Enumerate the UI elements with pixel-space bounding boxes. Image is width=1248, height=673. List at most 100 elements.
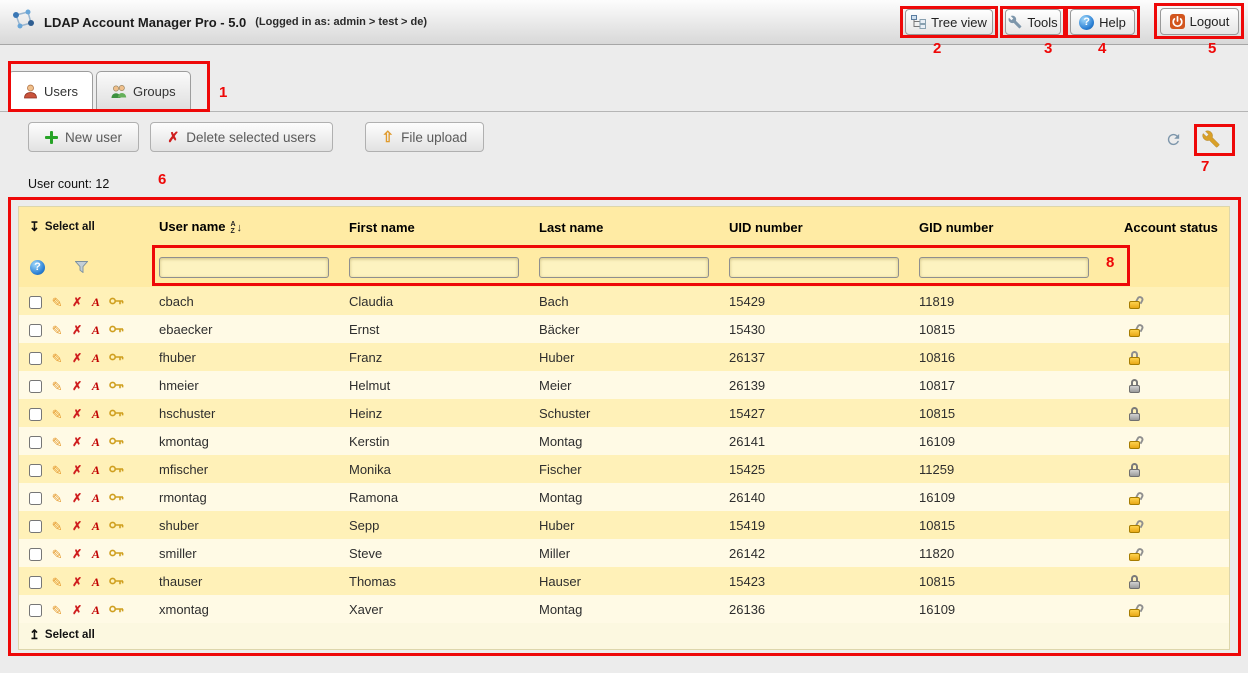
pdf-export-icon[interactable]: A <box>92 352 100 365</box>
edit-user-icon[interactable]: ✎ <box>52 520 63 533</box>
account-status-icon[interactable] <box>1127 435 1143 449</box>
pdf-export-icon[interactable]: A <box>92 492 100 505</box>
filter-help-icon[interactable]: ? <box>30 260 45 275</box>
delete-user-icon[interactable]: ✗ <box>72 380 82 393</box>
delete-user-icon[interactable]: ✗ <box>72 352 82 365</box>
wrench-settings-icon[interactable] <box>1202 130 1220 148</box>
select-all-bottom[interactable]: ↥ Select all <box>29 627 95 643</box>
password-key-icon[interactable] <box>109 436 124 449</box>
tab-groups[interactable]: Groups <box>96 71 191 111</box>
edit-user-icon[interactable]: ✎ <box>52 604 63 617</box>
row-checkbox[interactable] <box>29 296 42 309</box>
row-checkbox[interactable] <box>29 352 42 365</box>
pdf-export-icon[interactable]: A <box>92 464 100 477</box>
delete-user-icon[interactable]: ✗ <box>72 324 82 337</box>
edit-user-icon[interactable]: ✎ <box>52 324 63 337</box>
password-key-icon[interactable] <box>109 604 124 617</box>
edit-user-icon[interactable]: ✎ <box>52 576 63 589</box>
account-status-icon[interactable] <box>1127 519 1143 533</box>
filter-gid-number-input[interactable] <box>919 257 1089 278</box>
delete-selected-users-button[interactable]: ✗ Delete selected users <box>150 122 333 152</box>
delete-user-icon[interactable]: ✗ <box>72 492 82 505</box>
row-checkbox[interactable] <box>29 408 42 421</box>
filter-funnel-icon[interactable] <box>75 261 88 273</box>
col-header-uid-number[interactable]: UID number <box>726 207 916 247</box>
tab-users[interactable]: Users <box>8 71 93 111</box>
delete-user-icon[interactable]: ✗ <box>72 548 82 561</box>
pdf-export-icon[interactable]: A <box>92 380 100 393</box>
edit-user-icon[interactable]: ✎ <box>52 436 63 449</box>
delete-user-icon[interactable]: ✗ <box>72 296 82 309</box>
filter-last-name-input[interactable] <box>539 257 709 278</box>
edit-user-icon[interactable]: ✎ <box>52 408 63 421</box>
row-checkbox[interactable] <box>29 548 42 561</box>
account-status-icon[interactable] <box>1127 491 1143 505</box>
row-checkbox[interactable] <box>29 604 42 617</box>
tree-view-button[interactable]: Tree view <box>905 9 993 35</box>
delete-user-icon[interactable]: ✗ <box>72 520 82 533</box>
filter-user-name-input[interactable] <box>159 257 329 278</box>
delete-user-icon[interactable]: ✗ <box>72 408 82 421</box>
account-status-icon[interactable] <box>1127 575 1143 589</box>
password-key-icon[interactable] <box>109 576 124 589</box>
pdf-export-icon[interactable]: A <box>92 520 100 533</box>
edit-user-icon[interactable]: ✎ <box>52 352 63 365</box>
row-checkbox[interactable] <box>29 492 42 505</box>
password-key-icon[interactable] <box>109 408 124 421</box>
password-key-icon[interactable] <box>109 296 124 309</box>
account-status-icon[interactable] <box>1127 295 1143 309</box>
pdf-export-icon[interactable]: A <box>92 408 100 421</box>
password-key-icon[interactable] <box>109 380 124 393</box>
password-key-icon[interactable] <box>109 548 124 561</box>
row-checkbox[interactable] <box>29 436 42 449</box>
sort-icon[interactable]: AZ↓ <box>230 221 242 235</box>
account-status-icon[interactable] <box>1127 351 1143 365</box>
delete-user-icon[interactable]: ✗ <box>72 576 82 589</box>
col-header-account-status[interactable]: Account status <box>1121 207 1229 247</box>
file-upload-button[interactable]: ⇧ File upload <box>365 122 485 152</box>
pdf-export-icon[interactable]: A <box>92 296 100 309</box>
password-key-icon[interactable] <box>109 324 124 337</box>
help-button[interactable]: ? Help <box>1070 9 1135 35</box>
first-name-cell: Steve <box>346 539 536 567</box>
password-key-icon[interactable] <box>109 352 124 365</box>
tools-button[interactable]: Tools <box>1005 9 1061 35</box>
col-header-first-name[interactable]: First name <box>346 207 536 247</box>
edit-user-icon[interactable]: ✎ <box>52 548 63 561</box>
edit-user-icon[interactable]: ✎ <box>52 464 63 477</box>
row-checkbox[interactable] <box>29 520 42 533</box>
account-status-icon[interactable] <box>1127 323 1143 337</box>
pdf-export-icon[interactable]: A <box>92 436 100 449</box>
filter-first-name-input[interactable] <box>349 257 519 278</box>
delete-user-icon[interactable]: ✗ <box>72 436 82 449</box>
account-status-icon[interactable] <box>1127 603 1143 617</box>
col-header-gid-number[interactable]: GID number <box>916 207 1121 247</box>
filter-uid-number-input[interactable] <box>729 257 899 278</box>
pdf-export-icon[interactable]: A <box>92 604 100 617</box>
delete-user-icon[interactable]: ✗ <box>72 464 82 477</box>
select-all-top[interactable]: ↧ Select all <box>29 219 95 235</box>
new-user-button[interactable]: New user <box>28 122 139 152</box>
pdf-export-icon[interactable]: A <box>92 548 100 561</box>
col-header-last-name[interactable]: Last name <box>536 207 726 247</box>
refresh-icon[interactable] <box>1165 131 1182 148</box>
account-status-icon[interactable] <box>1127 547 1143 561</box>
password-key-icon[interactable] <box>109 520 124 533</box>
account-status-icon[interactable] <box>1127 407 1143 421</box>
col-header-user-name[interactable]: User nameAZ↓ <box>156 207 346 247</box>
password-key-icon[interactable] <box>109 492 124 505</box>
edit-user-icon[interactable]: ✎ <box>52 380 63 393</box>
delete-user-icon[interactable]: ✗ <box>72 604 82 617</box>
row-checkbox[interactable] <box>29 464 42 477</box>
account-status-icon[interactable] <box>1127 379 1143 393</box>
row-checkbox[interactable] <box>29 324 42 337</box>
row-checkbox[interactable] <box>29 380 42 393</box>
pdf-export-icon[interactable]: A <box>92 576 100 589</box>
logout-button[interactable]: Logout <box>1160 8 1239 35</box>
edit-user-icon[interactable]: ✎ <box>52 296 63 309</box>
account-status-icon[interactable] <box>1127 463 1143 477</box>
edit-user-icon[interactable]: ✎ <box>52 492 63 505</box>
row-checkbox[interactable] <box>29 576 42 589</box>
password-key-icon[interactable] <box>109 464 124 477</box>
pdf-export-icon[interactable]: A <box>92 324 100 337</box>
